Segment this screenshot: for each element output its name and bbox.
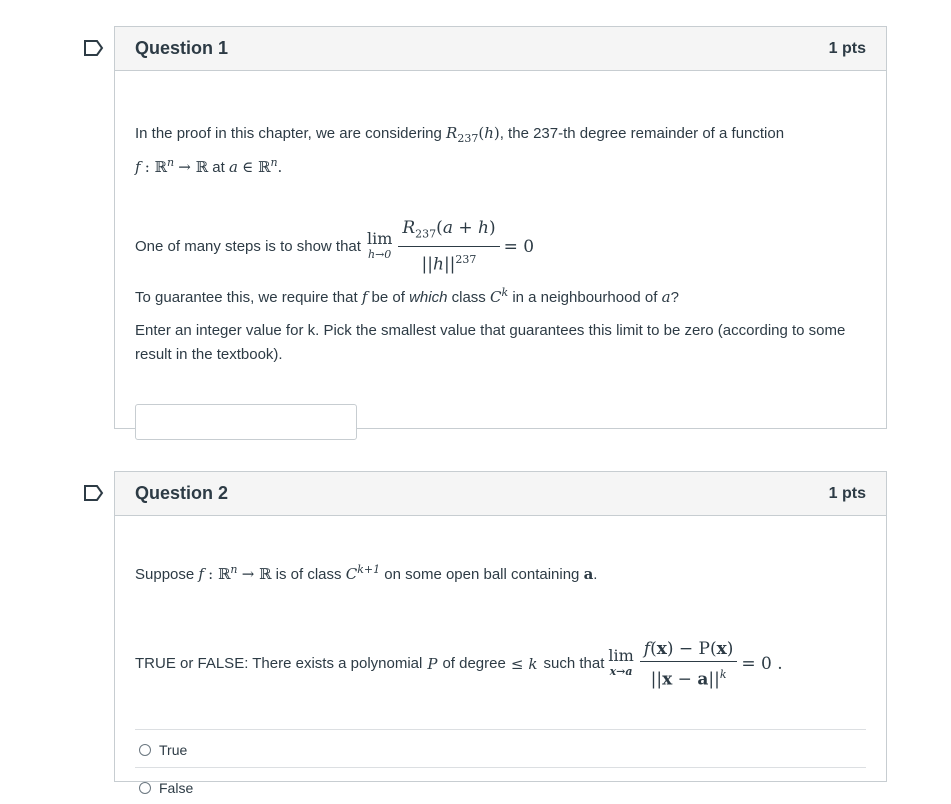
option-divider (135, 729, 866, 730)
question-2-tf-statement: TRUE or FALSE: There exists a polynomial… (135, 639, 783, 690)
question-1-guarantee-text: To guarantee this, we require that (135, 289, 358, 306)
flag-question-1-icon[interactable] (84, 40, 104, 56)
question-1-guarantee-emphasis: which (409, 289, 448, 306)
question-1-answer-input[interactable] (135, 404, 357, 440)
question-1-guarantee-text-2: be of (371, 289, 405, 306)
question-2-tf-text-2: of degree (442, 655, 506, 673)
question-2-points: 1 pts (828, 484, 866, 502)
question-1-points: 1 pts (828, 39, 866, 57)
question-1-guarantee: To guarantee this, we require that f be … (135, 286, 679, 306)
option-true[interactable]: True (139, 738, 187, 762)
question-1-header: Question 1 1 pts (115, 27, 886, 71)
option-true-label: True (159, 742, 188, 758)
question-1-step-text: One of many steps is to show that (135, 237, 361, 255)
question-2-suppose-text-3: on some open ball containing (384, 566, 580, 583)
question-1-intro-text-2: , the 237-th degree remainder of a funct… (499, 125, 785, 142)
question-1-guarantee-text-3: class (451, 289, 486, 306)
question-1-card: Question 1 1 pts In the proof in this ch… (114, 26, 887, 440)
radio-empty-icon[interactable] (139, 782, 151, 794)
question-2-card: Question 2 1 pts Suppose f : ℝn → ℝ is o… (114, 471, 887, 796)
question-2-header: Question 2 1 pts (115, 472, 886, 516)
question-2-suppose-text: Suppose (135, 566, 195, 583)
question-1-instructions: Enter an integer value for k. Pick the s… (135, 322, 846, 363)
option-false-label: False (159, 780, 194, 796)
question-1-title: Question 1 (135, 38, 229, 58)
question-2-tf-text-3: such that (543, 655, 605, 673)
question-2-title: Question 2 (135, 483, 229, 503)
flag-question-2-icon[interactable] (84, 485, 104, 501)
question-1-intro-text: In the proof in this chapter, we are con… (135, 125, 442, 142)
question-1-guarantee-text-4: in a neighbourhood of (512, 289, 658, 306)
option-divider (135, 767, 866, 768)
radio-empty-icon[interactable] (139, 744, 151, 756)
question-2-suppose: Suppose f : ℝn → ℝ is of class Ck+1 on s… (135, 563, 598, 583)
question-2-suppose-text-2: is of class (275, 566, 342, 583)
question-1-limit-statement: One of many steps is to show that lim h→0… (135, 218, 535, 276)
question-2-tf-text: TRUE or FALSE: There exists a polynomial (135, 655, 423, 673)
question-1-intro: In the proof in this chapter, we are con… (135, 124, 785, 176)
option-false[interactable]: False (139, 776, 193, 800)
question-1-intro-text-3: at (212, 159, 225, 176)
